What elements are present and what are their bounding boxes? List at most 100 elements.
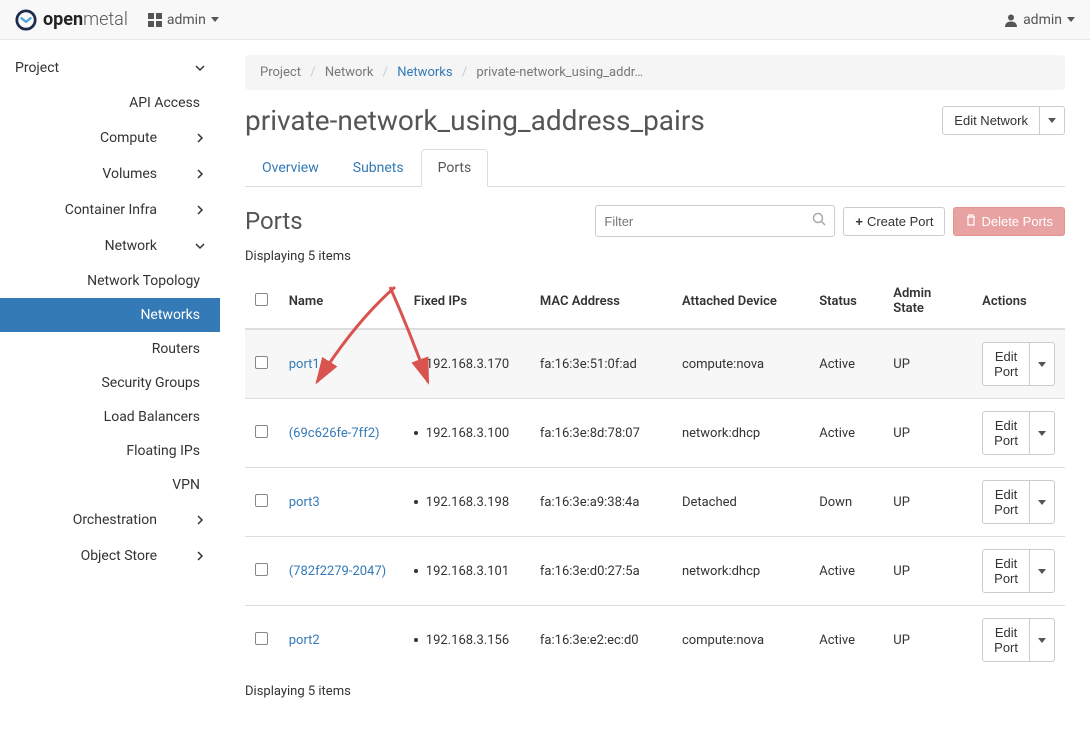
col-admin-state[interactable]: Admin State bbox=[883, 274, 972, 329]
chevron-down-icon bbox=[195, 63, 205, 73]
edit-port-button[interactable]: Edit Port bbox=[982, 618, 1030, 662]
section-title: Ports bbox=[245, 207, 303, 235]
col-status[interactable]: Status bbox=[809, 274, 883, 329]
row-action-group: Edit Port bbox=[982, 618, 1055, 662]
sidebar-item-routers[interactable]: Routers bbox=[0, 332, 220, 366]
row-checkbox[interactable] bbox=[255, 425, 268, 438]
col-fixed-ips[interactable]: Fixed IPs bbox=[404, 274, 530, 329]
breadcrumb-sep: / bbox=[377, 65, 394, 80]
bullet-icon bbox=[414, 569, 418, 573]
sidebar-item-volumes[interactable]: Volumes bbox=[0, 156, 220, 192]
sidebar-item-network[interactable]: Network bbox=[0, 228, 220, 264]
edit-network-dropdown[interactable] bbox=[1040, 106, 1065, 135]
user-menu[interactable]: admin bbox=[1004, 12, 1075, 28]
section-actions: +Create Port Delete Ports bbox=[595, 205, 1065, 237]
port-name-link[interactable]: port3 bbox=[289, 495, 320, 510]
row-checkbox[interactable] bbox=[255, 356, 268, 369]
plus-icon: + bbox=[855, 214, 863, 229]
device-cell: network:dhcp bbox=[672, 537, 809, 606]
trash-icon bbox=[965, 214, 977, 229]
filter-input[interactable] bbox=[604, 214, 812, 229]
caret-icon bbox=[1067, 17, 1075, 22]
create-port-button[interactable]: +Create Port bbox=[843, 207, 945, 236]
table-row: (782f2279-2047)192.168.3.101fa:16:3e:d0:… bbox=[245, 537, 1065, 606]
count-top: Displaying 5 items bbox=[245, 249, 1065, 264]
domain-label: admin bbox=[167, 12, 206, 28]
edit-port-button[interactable]: Edit Port bbox=[982, 411, 1030, 455]
tab-ports[interactable]: Ports bbox=[421, 149, 489, 187]
port-name-link[interactable]: port2 bbox=[289, 633, 320, 648]
sidebar-item-compute[interactable]: Compute bbox=[0, 120, 220, 156]
table-header-row: Name Fixed IPs MAC Address Attached Devi… bbox=[245, 274, 1065, 329]
caret-icon bbox=[1038, 362, 1046, 367]
sidebar-item-project[interactable]: Project bbox=[0, 50, 220, 86]
device-cell: network:dhcp bbox=[672, 399, 809, 468]
delete-ports-button[interactable]: Delete Ports bbox=[953, 207, 1065, 236]
port-name-link[interactable]: (69c626fe-7ff2) bbox=[289, 426, 380, 441]
chevron-down-icon bbox=[195, 241, 205, 251]
tabs: Overview Subnets Ports bbox=[245, 149, 1065, 187]
edit-port-dropdown[interactable] bbox=[1030, 342, 1055, 386]
tab-subnets[interactable]: Subnets bbox=[336, 149, 421, 187]
edit-port-button[interactable]: Edit Port bbox=[982, 480, 1030, 524]
breadcrumb-networks-link[interactable]: Networks bbox=[397, 65, 452, 80]
grid-icon bbox=[148, 13, 162, 27]
row-checkbox[interactable] bbox=[255, 494, 268, 507]
row-checkbox[interactable] bbox=[255, 563, 268, 576]
tab-overview[interactable]: Overview bbox=[245, 149, 336, 187]
admin-cell: UP bbox=[883, 537, 972, 606]
col-device[interactable]: Attached Device bbox=[672, 274, 809, 329]
caret-icon bbox=[1038, 569, 1046, 574]
sidebar: Project API Access Compute Volumes Conta… bbox=[0, 40, 220, 729]
status-cell: Active bbox=[809, 537, 883, 606]
device-cell: Detached bbox=[672, 468, 809, 537]
sidebar-item-container-infra[interactable]: Container Infra bbox=[0, 192, 220, 228]
row-checkbox[interactable] bbox=[255, 632, 268, 645]
caret-icon bbox=[1038, 638, 1046, 643]
edit-port-button[interactable]: Edit Port bbox=[982, 549, 1030, 593]
main-content: Project / Network / Networks / private-n… bbox=[220, 40, 1090, 729]
edit-port-dropdown[interactable] bbox=[1030, 618, 1055, 662]
edit-port-dropdown[interactable] bbox=[1030, 411, 1055, 455]
status-cell: Active bbox=[809, 606, 883, 675]
sidebar-item-networks[interactable]: Networks bbox=[0, 298, 220, 332]
user-label: admin bbox=[1023, 12, 1062, 28]
breadcrumb-sep: / bbox=[304, 65, 321, 80]
sidebar-item-floating-ips[interactable]: Floating IPs bbox=[0, 434, 220, 468]
breadcrumb-project: Project bbox=[260, 65, 301, 80]
col-name[interactable]: Name bbox=[279, 274, 404, 329]
mac-cell: fa:16:3e:d0:27:5a bbox=[530, 537, 672, 606]
breadcrumb-sep: / bbox=[456, 65, 473, 80]
sidebar-item-api-access[interactable]: API Access bbox=[0, 86, 220, 120]
col-mac[interactable]: MAC Address bbox=[530, 274, 672, 329]
filter-box[interactable] bbox=[595, 205, 835, 237]
mac-cell: fa:16:3e:a9:38:4a bbox=[530, 468, 672, 537]
edit-port-button[interactable]: Edit Port bbox=[982, 342, 1030, 386]
sidebar-item-vpn[interactable]: VPN bbox=[0, 468, 220, 502]
domain-picker[interactable]: admin bbox=[148, 12, 219, 28]
sidebar-item-network-topology[interactable]: Network Topology bbox=[0, 264, 220, 298]
logo[interactable]: openmetal bbox=[15, 9, 128, 31]
chevron-right-icon bbox=[195, 169, 205, 179]
port-name-link[interactable]: port1 bbox=[289, 357, 320, 372]
sidebar-item-orchestration[interactable]: Orchestration bbox=[0, 502, 220, 538]
chevron-right-icon bbox=[195, 133, 205, 143]
edit-port-dropdown[interactable] bbox=[1030, 549, 1055, 593]
admin-cell: UP bbox=[883, 329, 972, 399]
edit-port-dropdown[interactable] bbox=[1030, 480, 1055, 524]
edit-network-button[interactable]: Edit Network bbox=[942, 106, 1040, 135]
select-all-checkbox[interactable] bbox=[255, 293, 268, 306]
sidebar-item-object-store[interactable]: Object Store bbox=[0, 538, 220, 574]
sidebar-item-security-groups[interactable]: Security Groups bbox=[0, 366, 220, 400]
row-action-group: Edit Port bbox=[982, 411, 1055, 455]
logo-icon bbox=[15, 9, 37, 31]
sidebar-item-load-balancers[interactable]: Load Balancers bbox=[0, 400, 220, 434]
table-row: port2192.168.3.156fa:16:3e:e2:ec:d0compu… bbox=[245, 606, 1065, 675]
chevron-right-icon bbox=[195, 551, 205, 561]
main-layout: Project API Access Compute Volumes Conta… bbox=[0, 40, 1090, 729]
table-row: (69c626fe-7ff2)192.168.3.100fa:16:3e:8d:… bbox=[245, 399, 1065, 468]
admin-cell: UP bbox=[883, 399, 972, 468]
bullet-icon bbox=[414, 638, 418, 642]
bullet-icon bbox=[414, 362, 418, 366]
port-name-link[interactable]: (782f2279-2047) bbox=[289, 564, 386, 579]
